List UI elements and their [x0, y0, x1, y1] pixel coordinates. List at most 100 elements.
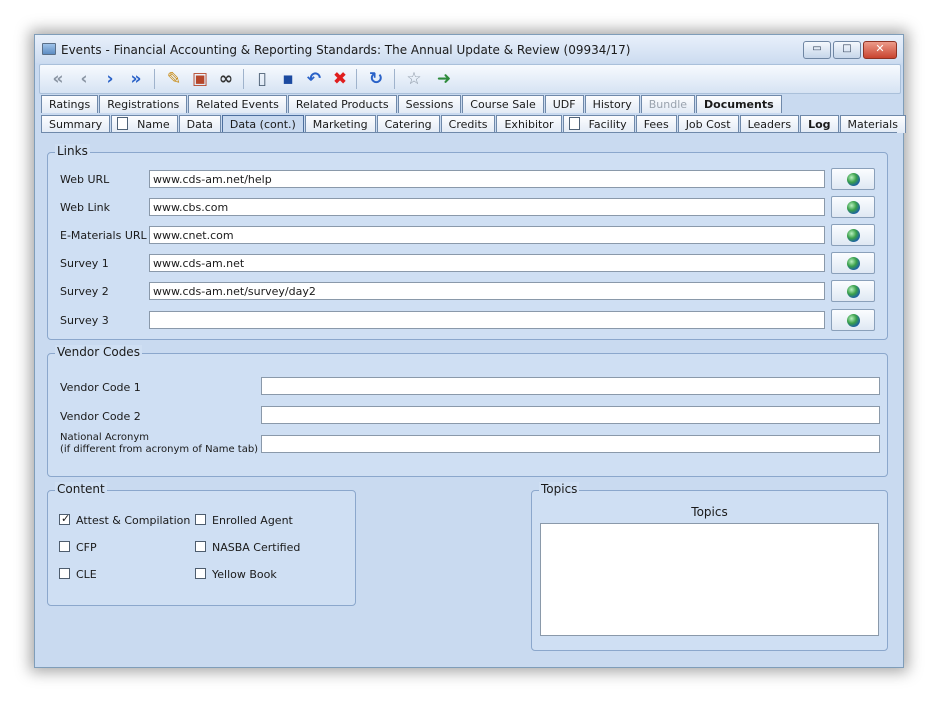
- title-bar: Events - Financial Accounting & Reportin…: [35, 35, 903, 63]
- tab-related-events[interactable]: Related Events: [188, 95, 287, 113]
- document-icon: [568, 117, 580, 130]
- vendor-codes-group: Vendor Codes Vendor Code 1 Vendor Code 2…: [47, 345, 888, 477]
- tab-documents[interactable]: Documents: [696, 95, 782, 113]
- survey-3-field[interactable]: [149, 311, 825, 329]
- tab-exhibitor[interactable]: Exhibitor: [496, 115, 562, 133]
- maximize-icon: □: [842, 43, 852, 54]
- e-materials-url-label: E-Materials URL: [60, 229, 147, 242]
- topics-title: Topics: [539, 482, 580, 496]
- attest-compilation-label: Attest & Compilation: [76, 514, 191, 527]
- yellow-book-label: Yellow Book: [212, 568, 277, 581]
- tab-row-2: Summary Name Data Data (cont.) Marketing…: [41, 115, 907, 133]
- nasba-certified-checkbox[interactable]: [195, 541, 206, 552]
- web-url-open-button[interactable]: [831, 168, 875, 190]
- maximize-button[interactable]: □: [833, 41, 861, 59]
- web-link-field[interactable]: www.cbs.com: [149, 198, 825, 216]
- minimize-button[interactable]: ▭: [803, 41, 831, 59]
- links-group: Links Web URL www.cds-am.net/help Web Li…: [47, 144, 888, 340]
- close-button[interactable]: ✕: [863, 41, 897, 59]
- national-acronym-field[interactable]: [261, 435, 880, 453]
- tab-marketing[interactable]: Marketing: [304, 115, 376, 133]
- tab-materials[interactable]: Materials: [839, 115, 906, 133]
- survey-1-label: Survey 1: [60, 257, 109, 270]
- content-group: Content ✓ Attest & Compilation Enrolled …: [47, 482, 356, 606]
- new-record-icon[interactable]: ▯: [250, 68, 274, 90]
- undo-icon[interactable]: ↶: [302, 68, 326, 90]
- refresh-icon[interactable]: ↻: [364, 68, 388, 90]
- toolbar: « ‹ › » ✎ ▣ ∞ ▯ ▪ ↶ ✖ ↻ ☆ ➜: [39, 64, 901, 94]
- last-record-icon[interactable]: »: [124, 68, 148, 90]
- vendor-code-1-field[interactable]: [261, 377, 880, 395]
- attest-compilation-checkbox[interactable]: ✓: [59, 512, 71, 525]
- tab-fees[interactable]: Fees: [635, 115, 677, 133]
- globe-icon: [847, 229, 860, 242]
- globe-icon: [847, 257, 860, 270]
- tab-data[interactable]: Data: [178, 115, 221, 133]
- nasba-certified-label: NASBA Certified: [212, 541, 301, 554]
- vendor-code-2-field[interactable]: [261, 406, 880, 424]
- tab-name[interactable]: Name: [111, 115, 178, 133]
- tab-leaders[interactable]: Leaders: [739, 115, 800, 133]
- notes-icon[interactable]: ✎: [162, 68, 186, 90]
- enrolled-agent-label: Enrolled Agent: [212, 514, 293, 527]
- vendor-codes-title: Vendor Codes: [55, 345, 142, 359]
- tab-credits[interactable]: Credits: [440, 115, 496, 133]
- tab-sessions[interactable]: Sessions: [397, 95, 462, 113]
- survey-2-label: Survey 2: [60, 285, 109, 298]
- checkmark-icon: ✓: [61, 512, 71, 525]
- topics-group: Topics Topics: [531, 482, 888, 651]
- national-acronym-hint: (if different from acronym of Name tab): [60, 444, 259, 455]
- cfp-checkbox[interactable]: [59, 541, 70, 552]
- vendor-code-2-label: Vendor Code 2: [60, 410, 141, 423]
- cfp-label: CFP: [76, 541, 97, 554]
- survey-2-open-button[interactable]: [831, 280, 875, 302]
- enrolled-agent-checkbox[interactable]: [195, 514, 206, 525]
- web-url-field[interactable]: www.cds-am.net/help: [149, 170, 825, 188]
- survey-3-open-button[interactable]: [831, 309, 875, 331]
- vendor-code-1-label: Vendor Code 1: [60, 381, 141, 394]
- tab-course-sale[interactable]: Course Sale: [462, 95, 544, 113]
- tab-data-cont[interactable]: Data (cont.): [221, 115, 304, 133]
- web-link-open-button[interactable]: [831, 196, 875, 218]
- previous-record-icon[interactable]: ‹: [72, 68, 96, 90]
- survey-2-field[interactable]: www.cds-am.net/survey/day2: [149, 282, 825, 300]
- tab-name-label: Name: [137, 118, 170, 131]
- e-materials-url-field[interactable]: www.cnet.com: [149, 226, 825, 244]
- tab-history[interactable]: History: [584, 95, 640, 113]
- links-title: Links: [55, 144, 90, 158]
- document-icon: [117, 117, 129, 130]
- tab-row-1: Ratings Registrations Related Events Rel…: [41, 95, 783, 113]
- events-window: Events - Financial Accounting & Reportin…: [34, 34, 907, 668]
- topics-list-header: Topics: [691, 505, 728, 519]
- tab-ratings[interactable]: Ratings: [41, 95, 99, 113]
- tab-facility[interactable]: Facility: [562, 115, 635, 133]
- e-materials-open-button[interactable]: [831, 224, 875, 246]
- tab-job-cost[interactable]: Job Cost: [677, 115, 739, 133]
- yellow-book-checkbox[interactable]: [195, 568, 206, 579]
- globe-icon: [847, 285, 860, 298]
- tab-facility-label: Facility: [588, 118, 627, 131]
- globe-icon: [847, 314, 860, 327]
- survey-1-open-button[interactable]: [831, 252, 875, 274]
- survey-1-field[interactable]: www.cds-am.net: [149, 254, 825, 272]
- report-icon[interactable]: ▣: [188, 68, 212, 90]
- favorite-icon[interactable]: ☆: [402, 68, 426, 90]
- tab-udf[interactable]: UDF: [544, 95, 584, 113]
- exit-icon[interactable]: ➜: [432, 68, 456, 90]
- tab-catering[interactable]: Catering: [376, 115, 440, 133]
- tab-related-products[interactable]: Related Products: [287, 95, 397, 113]
- delete-icon[interactable]: ✖: [328, 68, 352, 90]
- tab-summary[interactable]: Summary: [41, 115, 111, 133]
- content-title: Content: [55, 482, 107, 496]
- tab-bundle[interactable]: Bundle: [640, 95, 696, 113]
- tab-registrations[interactable]: Registrations: [99, 95, 188, 113]
- find-icon[interactable]: ∞: [214, 68, 238, 90]
- tab-log[interactable]: Log: [800, 115, 839, 133]
- first-record-icon[interactable]: «: [46, 68, 70, 90]
- cle-checkbox[interactable]: [59, 568, 70, 579]
- next-record-icon[interactable]: ›: [98, 68, 122, 90]
- save-icon[interactable]: ▪: [276, 68, 300, 90]
- app-icon: [42, 43, 56, 55]
- topics-list[interactable]: [540, 523, 879, 636]
- web-link-label: Web Link: [60, 201, 111, 214]
